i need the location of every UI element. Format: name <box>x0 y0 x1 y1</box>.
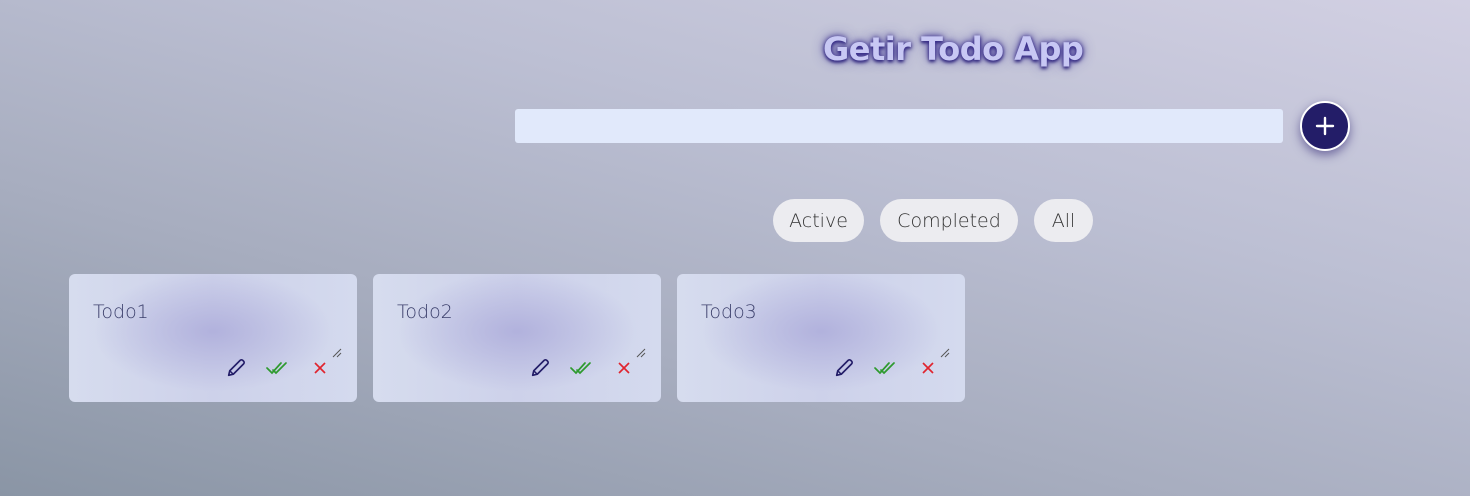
complete-button[interactable] <box>874 356 898 380</box>
todo-input[interactable] <box>515 109 1283 143</box>
close-icon <box>922 362 934 374</box>
pencil-icon <box>531 359 549 377</box>
todo-card: Todo2 <box>373 274 661 402</box>
edit-button[interactable] <box>224 356 248 380</box>
delete-button[interactable] <box>612 356 636 380</box>
delete-button[interactable] <box>308 356 332 380</box>
filter-all-button[interactable]: All <box>1034 199 1093 242</box>
complete-button[interactable] <box>570 356 594 380</box>
todo-text: Todo1 <box>93 301 149 323</box>
double-check-icon <box>570 362 591 375</box>
todo-text: Todo3 <box>701 301 757 323</box>
todo-card: Todo3 <box>677 274 965 402</box>
edit-button[interactable] <box>528 356 552 380</box>
todo-card: Todo1 <box>69 274 357 402</box>
add-todo-button[interactable] <box>1300 101 1350 151</box>
edit-button[interactable] <box>832 356 856 380</box>
pencil-icon <box>227 359 245 377</box>
pencil-icon <box>835 359 853 377</box>
todo-actions <box>677 356 965 380</box>
page-title: Getir Todo App <box>823 30 1084 68</box>
close-icon <box>618 362 630 374</box>
todo-actions <box>373 356 661 380</box>
double-check-icon <box>874 362 895 375</box>
close-icon <box>314 362 326 374</box>
filter-active-button[interactable]: Active <box>773 199 864 242</box>
todo-text: Todo2 <box>397 301 453 323</box>
plus-icon <box>1315 116 1335 136</box>
double-check-icon <box>266 362 287 375</box>
todo-actions <box>69 356 357 380</box>
complete-button[interactable] <box>266 356 290 380</box>
filter-completed-button[interactable]: Completed <box>880 199 1018 242</box>
delete-button[interactable] <box>916 356 940 380</box>
